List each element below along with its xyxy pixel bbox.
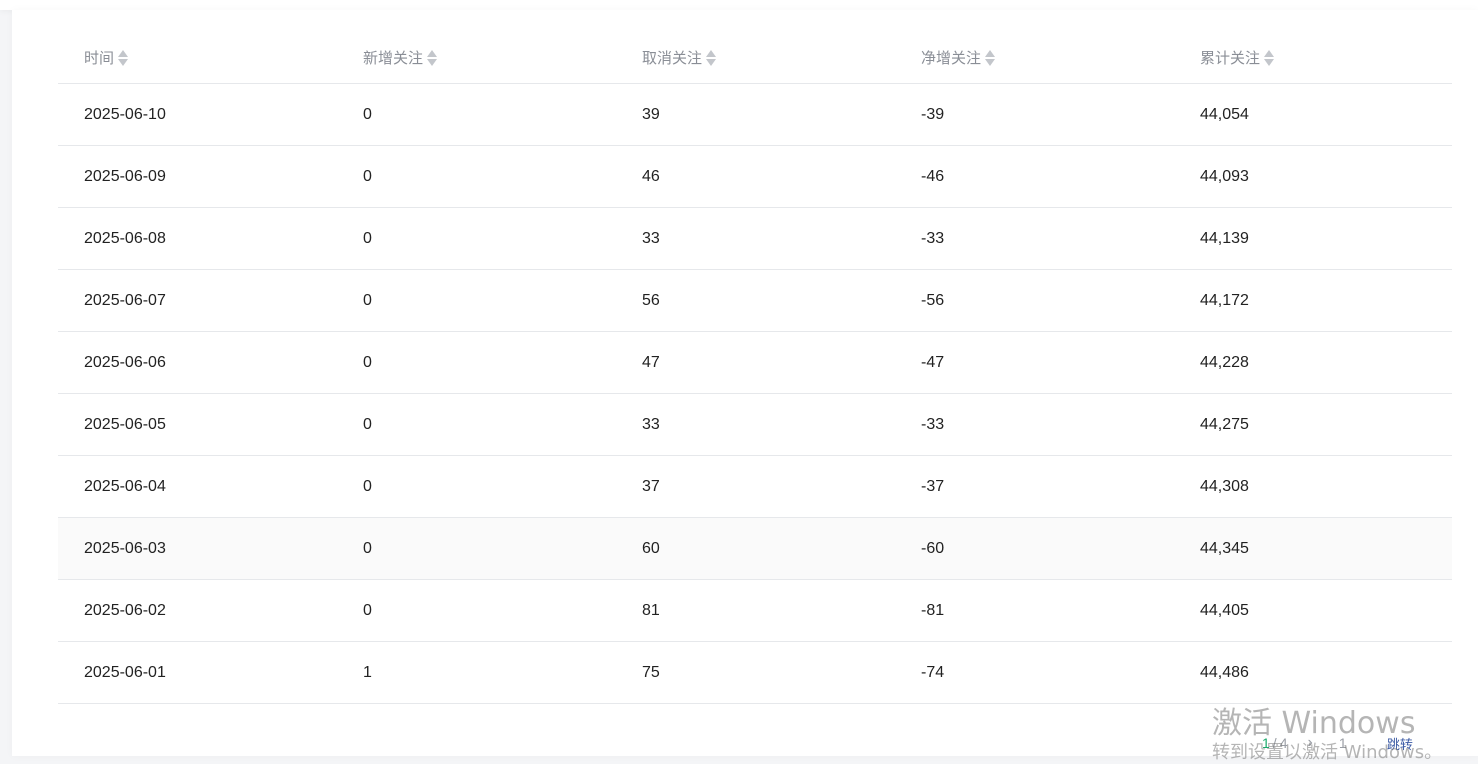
cell-cancelled-follows: 37 <box>616 455 895 518</box>
cell-total-follows: 44,345 <box>1174 517 1452 580</box>
column-header-net-follows[interactable]: 净增关注 <box>895 32 1174 84</box>
pagination-separator: / <box>1272 735 1277 751</box>
cell-new-follows: 0 <box>337 145 616 208</box>
cell-total-follows: 44,093 <box>1174 145 1452 208</box>
cell-net-follows: -56 <box>895 269 1174 332</box>
table-row: 2025-06-07 0 56 -56 44,172 <box>58 269 1452 332</box>
cell-cancelled-follows: 46 <box>616 145 895 208</box>
table-row: 2025-06-01 1 75 -74 44,486 <box>58 641 1452 704</box>
table-row: 2025-06-05 0 33 -33 44,275 <box>58 393 1452 456</box>
cell-new-follows: 0 <box>337 455 616 518</box>
cell-new-follows: 0 <box>337 393 616 456</box>
cell-net-follows: -39 <box>895 83 1174 146</box>
top-bar <box>0 0 1478 10</box>
cell-cancelled-follows: 56 <box>616 269 895 332</box>
table-row: 2025-06-08 0 33 -33 44,139 <box>58 207 1452 270</box>
cell-net-follows: -33 <box>895 393 1174 456</box>
column-header-label: 取消关注 <box>642 49 703 67</box>
cell-date: 2025-06-06 <box>58 331 337 394</box>
cell-total-follows: 44,228 <box>1174 331 1452 394</box>
cell-total-follows: 44,486 <box>1174 641 1452 704</box>
cell-date: 2025-06-04 <box>58 455 337 518</box>
cell-new-follows: 0 <box>337 207 616 270</box>
table-header-row: 时间 新增关注 取消关注 净增关注 累计关注 <box>58 32 1452 84</box>
cell-new-follows: 0 <box>337 83 616 146</box>
content-panel: 时间 新增关注 取消关注 净增关注 累计关注 2025-06-10 0 39 -… <box>12 10 1478 756</box>
sort-icon[interactable] <box>118 49 129 67</box>
table-row: 2025-06-02 0 81 -81 44,405 <box>58 579 1452 642</box>
cell-date: 2025-06-10 <box>58 83 337 146</box>
cell-cancelled-follows: 33 <box>616 207 895 270</box>
sort-icon[interactable] <box>1264 49 1275 67</box>
cell-total-follows: 44,405 <box>1174 579 1452 642</box>
pagination: 1 / 4 › 跳转 <box>1262 733 1413 753</box>
table-row: 2025-06-09 0 46 -46 44,093 <box>58 145 1452 208</box>
cell-net-follows: -46 <box>895 145 1174 208</box>
cell-cancelled-follows: 60 <box>616 517 895 580</box>
column-header-total-follows[interactable]: 累计关注 <box>1174 32 1452 84</box>
sort-icon[interactable] <box>427 49 438 67</box>
column-header-label: 新增关注 <box>363 49 424 67</box>
pagination-total-pages: 4 <box>1279 735 1288 751</box>
cell-net-follows: -47 <box>895 331 1174 394</box>
cell-new-follows: 0 <box>337 517 616 580</box>
table-row: 2025-06-06 0 47 -47 44,228 <box>58 331 1452 394</box>
chevron-right-icon[interactable]: › <box>1307 734 1312 752</box>
cell-date: 2025-06-03 <box>58 517 337 580</box>
followers-table: 时间 新增关注 取消关注 净增关注 累计关注 2025-06-10 0 39 -… <box>58 32 1452 704</box>
cell-net-follows: -37 <box>895 455 1174 518</box>
cell-net-follows: -81 <box>895 579 1174 642</box>
cell-date: 2025-06-09 <box>58 145 337 208</box>
cell-date: 2025-06-02 <box>58 579 337 642</box>
pagination-current-page: 1 <box>1262 735 1270 751</box>
table-row: 2025-06-03 0 60 -60 44,345 <box>58 517 1452 580</box>
cell-new-follows: 0 <box>337 331 616 394</box>
column-header-label: 净增关注 <box>921 49 982 67</box>
cell-date: 2025-06-01 <box>58 641 337 704</box>
cell-cancelled-follows: 75 <box>616 641 895 704</box>
cell-cancelled-follows: 39 <box>616 83 895 146</box>
cell-total-follows: 44,139 <box>1174 207 1452 270</box>
cell-net-follows: -60 <box>895 517 1174 580</box>
cell-date: 2025-06-07 <box>58 269 337 332</box>
cell-new-follows: 0 <box>337 269 616 332</box>
column-header-label: 累计关注 <box>1200 49 1261 67</box>
sort-icon[interactable] <box>706 49 717 67</box>
cell-date: 2025-06-08 <box>58 207 337 270</box>
page-jump-input[interactable] <box>1334 734 1379 752</box>
cell-total-follows: 44,172 <box>1174 269 1452 332</box>
column-header-cancelled-follows[interactable]: 取消关注 <box>616 32 895 84</box>
page-jump-button[interactable]: 跳转 <box>1387 734 1413 753</box>
column-header-label: 时间 <box>84 49 115 67</box>
column-header-date[interactable]: 时间 <box>58 32 337 84</box>
sort-icon[interactable] <box>985 49 996 67</box>
cell-cancelled-follows: 33 <box>616 393 895 456</box>
column-header-new-follows[interactable]: 新增关注 <box>337 32 616 84</box>
cell-new-follows: 0 <box>337 579 616 642</box>
cell-date: 2025-06-05 <box>58 393 337 456</box>
cell-total-follows: 44,308 <box>1174 455 1452 518</box>
cell-total-follows: 44,054 <box>1174 83 1452 146</box>
cell-cancelled-follows: 47 <box>616 331 895 394</box>
cell-cancelled-follows: 81 <box>616 579 895 642</box>
cell-net-follows: -33 <box>895 207 1174 270</box>
cell-total-follows: 44,275 <box>1174 393 1452 456</box>
table-row: 2025-06-04 0 37 -37 44,308 <box>58 455 1452 518</box>
table-row: 2025-06-10 0 39 -39 44,054 <box>58 83 1452 146</box>
cell-net-follows: -74 <box>895 641 1174 704</box>
cell-new-follows: 1 <box>337 641 616 704</box>
